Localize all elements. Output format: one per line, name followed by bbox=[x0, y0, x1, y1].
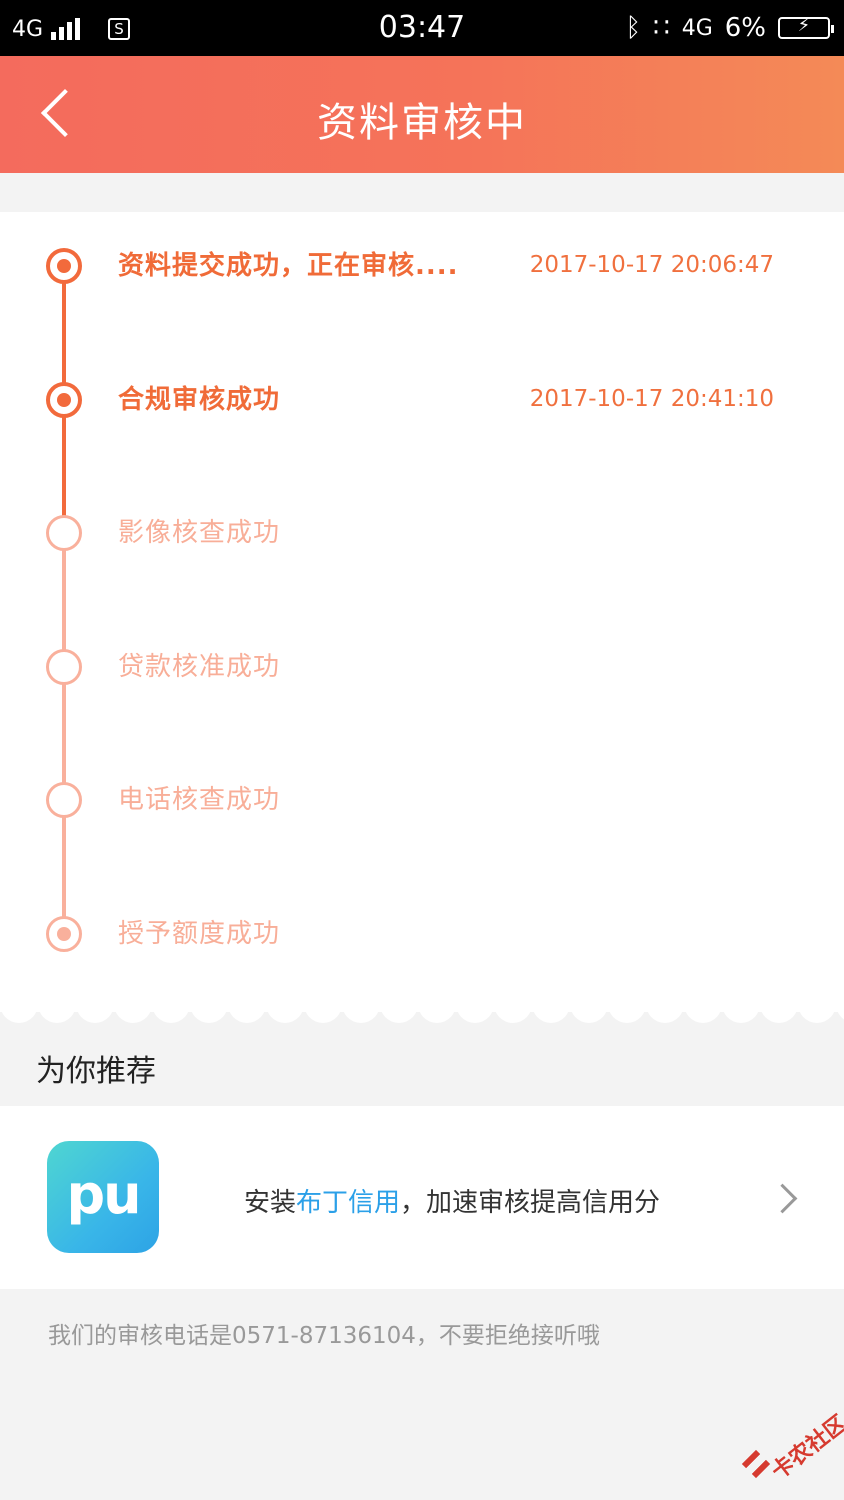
timeline-step: 资料提交成功，正在审核.... 2017-10-17 20:06:47 bbox=[0, 246, 844, 286]
review-phone-note: 我们的审核电话是0571-87136104，不要拒绝接听哦 bbox=[48, 1323, 600, 1349]
recommend-text: 安装布丁信用，加速审核提高信用分 bbox=[244, 1182, 660, 1219]
timeline-step: 电话核查成功 bbox=[0, 780, 844, 820]
step-label: 合规审核成功 bbox=[118, 385, 281, 415]
network-type-right: 4G bbox=[681, 15, 713, 41]
rec-app-name[interactable]: 布丁信用 bbox=[296, 1188, 400, 1218]
scallop bbox=[190, 1004, 228, 1023]
scallop bbox=[836, 1004, 844, 1020]
scallop bbox=[608, 1004, 646, 1023]
section-title-recommend: 为你推荐 bbox=[36, 1054, 156, 1089]
step-time: 2017-10-17 20:41:10 bbox=[529, 386, 774, 412]
scallop bbox=[228, 1004, 266, 1023]
page-title: 资料审核中 bbox=[317, 100, 527, 146]
battery-charging-icon: ⚡ bbox=[778, 15, 834, 39]
pudding-credit-logo[interactable]: pu bbox=[47, 1141, 159, 1253]
app-header: 资料审核中 bbox=[0, 56, 844, 173]
scallop bbox=[342, 1004, 380, 1023]
scallop bbox=[456, 1004, 494, 1023]
step-pending-icon bbox=[46, 515, 82, 551]
timeline-step: 贷款核准成功 bbox=[0, 647, 844, 687]
rec-text-before: 安装 bbox=[244, 1188, 297, 1218]
step-label: 贷款核准成功 bbox=[118, 652, 281, 682]
step-label: 资料提交成功，正在审核.... bbox=[118, 251, 459, 281]
step-done-icon bbox=[46, 248, 82, 284]
scallop bbox=[684, 1004, 722, 1023]
scallop bbox=[418, 1004, 456, 1023]
scallop bbox=[722, 1004, 760, 1023]
step-done-icon bbox=[46, 382, 82, 418]
rec-text-after: ，加速审核提高信用分 bbox=[400, 1188, 661, 1218]
timeline-step: 合规审核成功 2017-10-17 20:41:10 bbox=[0, 380, 844, 420]
chevron-right-icon[interactable] bbox=[767, 1183, 798, 1214]
step-current-icon bbox=[46, 916, 82, 952]
scallop bbox=[760, 1004, 798, 1023]
scallop bbox=[646, 1004, 684, 1023]
scallop bbox=[380, 1004, 418, 1023]
battery-percent: 6% bbox=[724, 13, 766, 43]
review-timeline: 资料提交成功，正在审核.... 2017-10-17 20:06:47 合规审核… bbox=[0, 212, 844, 1012]
scallop bbox=[304, 1004, 342, 1023]
watermark: 卡农社区 bbox=[741, 1408, 844, 1488]
scallop bbox=[494, 1004, 532, 1023]
scallop bbox=[152, 1004, 190, 1023]
scallop bbox=[798, 1004, 836, 1023]
scallop bbox=[76, 1004, 114, 1023]
scalloped-edge bbox=[0, 1004, 844, 1023]
scallop bbox=[266, 1004, 304, 1023]
timeline-step: 影像核查成功 bbox=[0, 513, 844, 553]
step-pending-icon bbox=[46, 782, 82, 818]
step-pending-icon bbox=[46, 649, 82, 685]
step-label: 授予额度成功 bbox=[118, 919, 281, 949]
logo-text: pu bbox=[66, 1163, 141, 1226]
scallop bbox=[38, 1004, 76, 1023]
status-bar: 4G S 03:47 ᛒ ∷ 4G 6% ⚡ bbox=[0, 0, 844, 56]
scallop bbox=[114, 1004, 152, 1023]
scallop bbox=[0, 1004, 38, 1023]
step-label: 电话核查成功 bbox=[118, 785, 281, 815]
bluetooth-icon: ᛒ bbox=[625, 13, 642, 43]
vibrate-icon: ∷ bbox=[653, 13, 670, 43]
scallop bbox=[532, 1004, 570, 1023]
watermark-text: 卡农社区 bbox=[767, 1411, 844, 1485]
step-time: 2017-10-17 20:06:47 bbox=[529, 252, 774, 278]
scallop bbox=[570, 1004, 608, 1023]
recommend-card[interactable]: pu 安装布丁信用，加速审核提高信用分 bbox=[0, 1106, 844, 1289]
step-label: 影像核查成功 bbox=[118, 518, 281, 548]
timeline-line-pending bbox=[62, 534, 66, 934]
status-right: ᛒ ∷ 4G 6% ⚡ bbox=[625, 12, 834, 44]
timeline-step: 授予额度成功 bbox=[0, 914, 844, 954]
